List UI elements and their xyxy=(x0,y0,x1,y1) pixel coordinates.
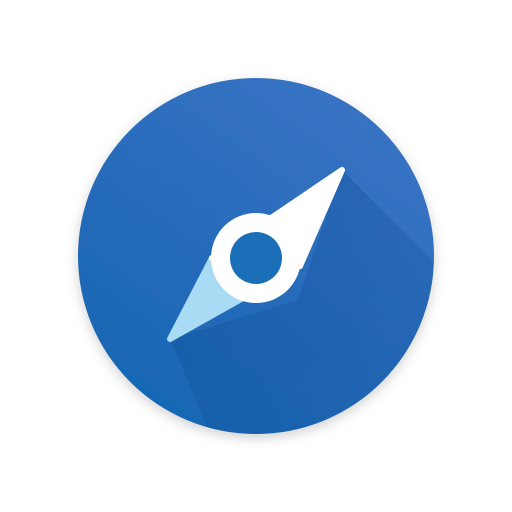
needle-hub-center xyxy=(230,232,282,284)
app-icon-canvas xyxy=(0,0,512,512)
compass-app-icon[interactable] xyxy=(0,0,512,512)
